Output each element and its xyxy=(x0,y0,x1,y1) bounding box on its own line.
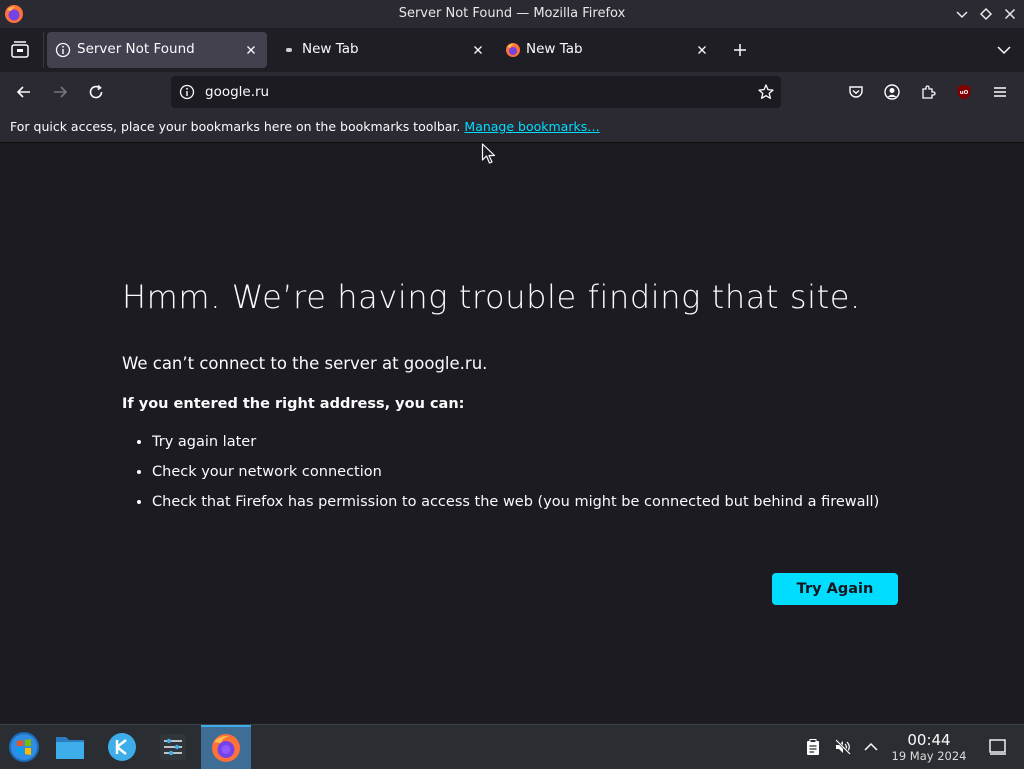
extensions-puzzle-icon[interactable] xyxy=(916,80,940,104)
bookmarks-toolbar: For quick access, place your bookmarks h… xyxy=(0,112,1024,143)
taskbar: 00:44 19 May 2024 xyxy=(0,724,1024,769)
taskbar-firefox-icon[interactable] xyxy=(201,725,251,769)
list-item: Check that Firefox has permission to acc… xyxy=(152,491,892,513)
try-again-button[interactable]: Try Again xyxy=(772,573,898,605)
minimize-button[interactable] xyxy=(954,6,970,22)
file-manager-icon[interactable] xyxy=(46,725,94,769)
url-text[interactable]: google.ru xyxy=(205,84,269,100)
back-button[interactable] xyxy=(12,80,36,104)
error-page: Hmm. We’re having trouble finding that s… xyxy=(0,143,1024,724)
maximize-button[interactable] xyxy=(978,6,994,22)
ublock-origin-icon[interactable]: uO xyxy=(952,80,976,104)
close-tab-icon[interactable] xyxy=(694,42,710,58)
discover-icon[interactable] xyxy=(98,725,146,769)
system-settings-icon[interactable] xyxy=(149,725,197,769)
clipboard-icon[interactable] xyxy=(804,738,822,756)
list-item: Check your network connection xyxy=(152,461,892,483)
close-tab-icon[interactable] xyxy=(470,42,486,58)
suggestion-list: Try again later Check your network conne… xyxy=(122,431,892,521)
info-icon xyxy=(55,42,71,58)
tab-new-tab-1[interactable]: New Tab xyxy=(274,32,494,68)
new-tab-button[interactable] xyxy=(730,40,750,60)
navigation-toolbar: google.ru uO xyxy=(0,72,1024,112)
url-bar[interactable]: google.ru xyxy=(171,76,781,108)
volume-muted-icon[interactable] xyxy=(834,738,852,756)
bookmarks-hint: For quick access, place your bookmarks h… xyxy=(10,119,600,134)
site-info-icon[interactable] xyxy=(179,84,195,100)
tab-label: New Tab xyxy=(302,41,359,57)
list-item: Try again later xyxy=(152,431,892,453)
bookmark-star-icon[interactable] xyxy=(757,83,775,101)
list-all-tabs-button[interactable] xyxy=(994,40,1014,60)
manage-bookmarks-link[interactable]: Manage bookmarks… xyxy=(464,119,599,134)
error-subheading: If you entered the right address, you ca… xyxy=(122,396,465,412)
firefox-view-button[interactable] xyxy=(8,38,32,62)
error-description: We can’t connect to the server at google… xyxy=(122,354,488,373)
forward-button[interactable] xyxy=(48,80,72,104)
account-icon[interactable] xyxy=(880,80,904,104)
clock-time: 00:44 xyxy=(907,731,951,749)
digital-clock[interactable]: 00:44 19 May 2024 xyxy=(888,731,970,763)
window-titlebar: Server Not Found — Mozilla Firefox xyxy=(0,0,1024,28)
menu-hamburger-icon[interactable] xyxy=(988,80,1012,104)
tab-separator xyxy=(43,32,44,68)
error-title: Hmm. We’re having trouble finding that s… xyxy=(122,278,861,316)
tab-strip: Server Not Found New Tab New Tab xyxy=(0,28,1024,72)
tab-new-tab-2[interactable]: New Tab xyxy=(498,32,718,68)
close-window-button[interactable] xyxy=(1002,6,1018,22)
tab-label: New Tab xyxy=(526,41,583,57)
window-title: Server Not Found — Mozilla Firefox xyxy=(398,6,626,21)
pocket-icon[interactable] xyxy=(844,80,868,104)
clock-date: 19 May 2024 xyxy=(891,749,967,763)
tab-server-not-found[interactable]: Server Not Found xyxy=(47,32,267,68)
mouse-cursor-icon xyxy=(481,143,497,165)
show-desktop-icon[interactable] xyxy=(988,738,1008,756)
close-tab-icon[interactable] xyxy=(243,42,259,58)
firefox-icon xyxy=(505,42,521,58)
bookmarks-prompt: For quick access, place your bookmarks h… xyxy=(10,119,461,134)
dot-icon xyxy=(286,48,292,52)
svg-text:uO: uO xyxy=(960,90,969,96)
system-tray-expand-icon[interactable] xyxy=(862,738,880,756)
reload-button[interactable] xyxy=(84,80,108,104)
start-menu-icon[interactable] xyxy=(0,725,48,769)
tab-label: Server Not Found xyxy=(77,41,195,57)
